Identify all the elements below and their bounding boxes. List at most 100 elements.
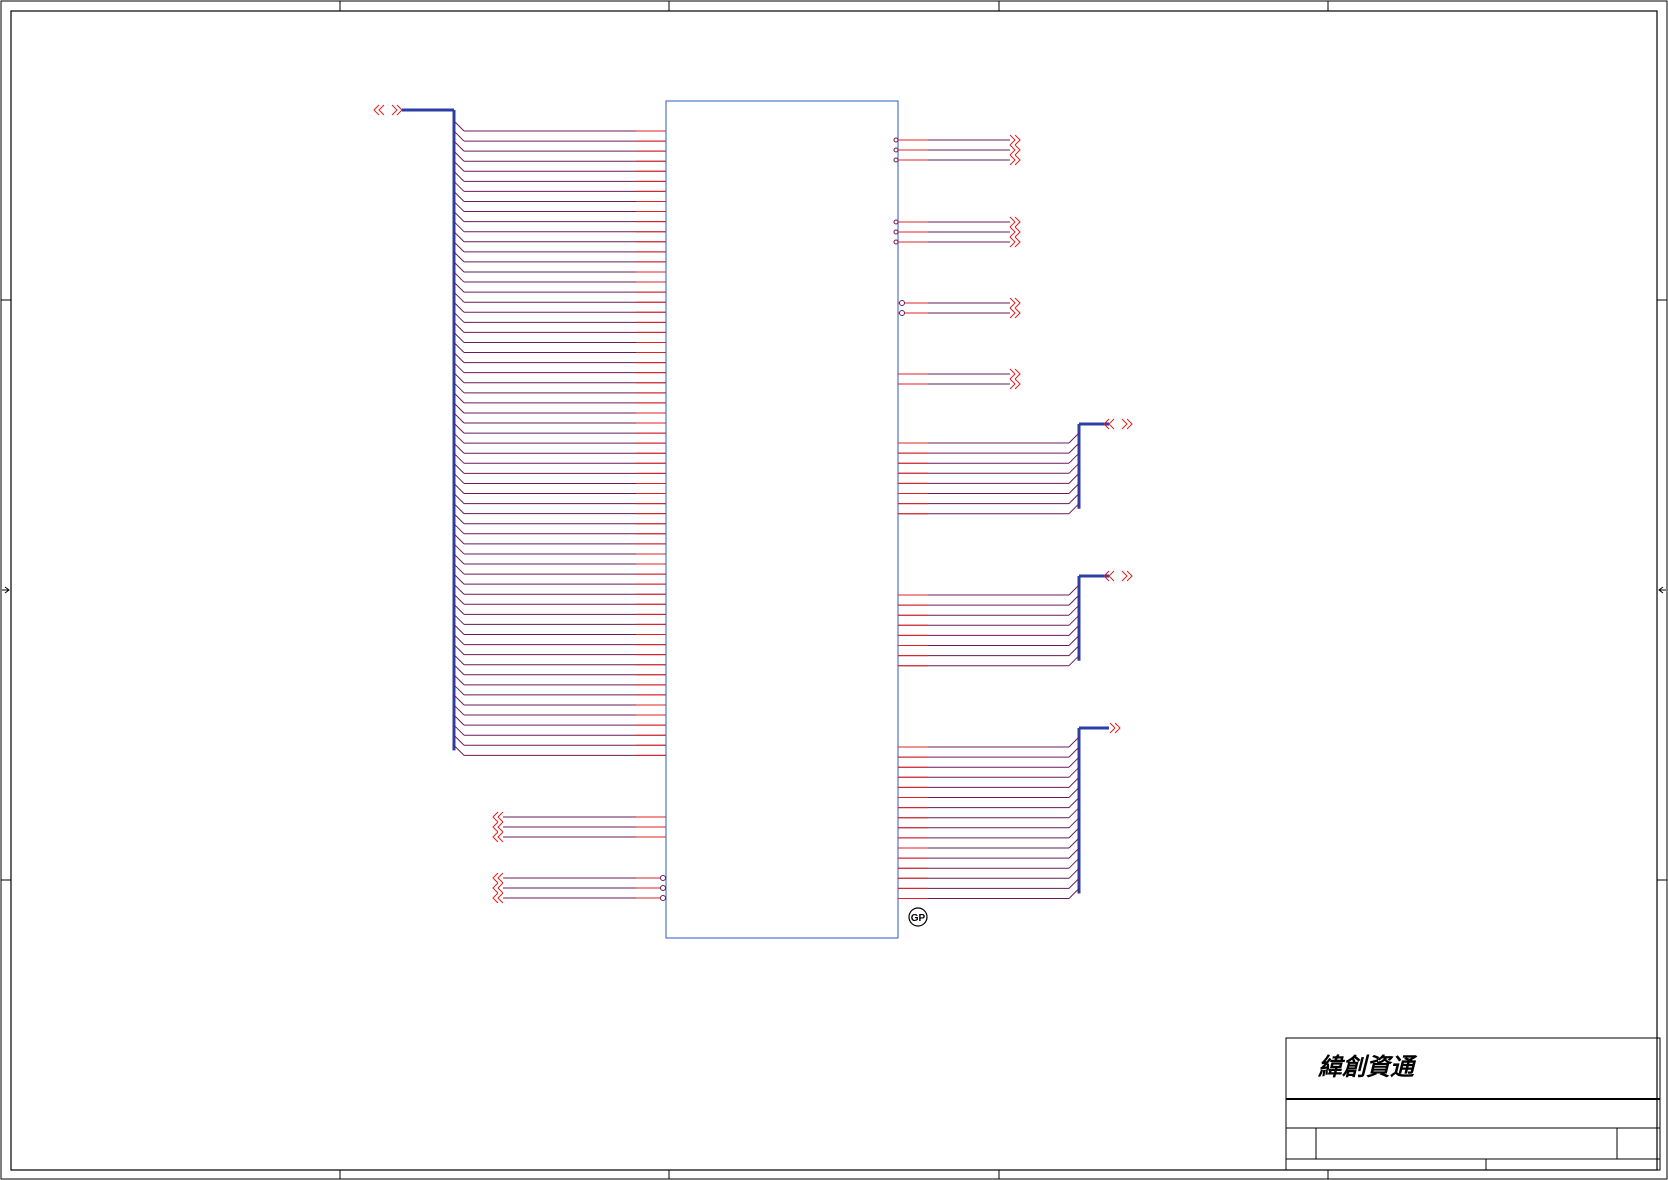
schematic-diagram: GP 緯創資通 — [0, 0, 1668, 1180]
right-bus-wire — [898, 432, 1080, 444]
right-bus-wire — [898, 635, 1080, 646]
right-bus-wire — [898, 867, 1080, 879]
left-bus-wire — [453, 311, 666, 323]
left-single-nets — [492, 811, 666, 904]
left-bus-wire — [453, 714, 666, 726]
left-net-port — [492, 831, 504, 843]
left-bus-wire — [453, 513, 666, 525]
right-bus-wire — [898, 736, 1080, 748]
left-bus-wire — [453, 251, 666, 263]
right-bus-2 — [898, 570, 1133, 667]
left-bus-wire — [453, 624, 666, 635]
outer-border — [0, 0, 1668, 1180]
right-bus-wire — [898, 655, 1080, 667]
left-bus-wire — [453, 463, 666, 474]
right-bus-wire — [898, 503, 1080, 515]
left-bus-wire — [453, 583, 666, 595]
right-bus-groups — [898, 418, 1133, 899]
left-bus-wire — [453, 493, 666, 505]
left-bus-wire — [453, 614, 666, 625]
left-bus-wire — [453, 291, 666, 303]
right-net-port — [1009, 378, 1021, 390]
right-bus-port — [1109, 722, 1121, 734]
left-bus-wire — [453, 332, 666, 343]
right-bus-wire — [898, 837, 1080, 849]
left-net-port — [492, 872, 504, 884]
left-bus-wire — [453, 654, 666, 666]
left-bus-wire — [453, 593, 666, 605]
left-bus-wire — [453, 362, 666, 374]
left-bus-wire — [453, 191, 666, 202]
company-logo: 緯創資通 — [1317, 1052, 1418, 1081]
right-bus-wire — [898, 625, 1080, 636]
right-bus-wire — [898, 766, 1080, 778]
left-bus-wire — [453, 140, 666, 152]
right-bus-1 — [898, 418, 1133, 515]
left-bus-wire — [453, 483, 666, 495]
right-bus-wire — [898, 584, 1080, 596]
right-bus-wire — [898, 604, 1080, 616]
ic-body — [665, 100, 899, 939]
inversion-bubble — [660, 895, 666, 901]
inversion-bubble — [893, 229, 899, 235]
inversion-bubble — [893, 157, 899, 163]
left-bus-wire — [453, 503, 666, 515]
right-bus-wire — [898, 888, 1080, 899]
left-bus-wire — [453, 281, 666, 293]
left-bus-wire — [453, 201, 666, 213]
inversion-bubble — [893, 137, 899, 143]
right-net-port — [1009, 368, 1021, 380]
left-bus-wire — [453, 352, 666, 364]
inner-border — [10, 10, 1658, 1171]
right-bus-wire — [898, 827, 1080, 839]
left-bus-wire — [453, 402, 666, 414]
left-bus-wire — [453, 543, 666, 555]
left-bus-wire — [453, 170, 666, 182]
left-bus-wire — [453, 684, 666, 696]
right-bus-wire — [898, 594, 1080, 606]
inversion-bubble — [893, 239, 899, 245]
right-single-nets — [893, 134, 1021, 390]
left-net-port — [492, 882, 504, 894]
left-net-port — [492, 892, 504, 904]
left-bus-wire — [453, 241, 666, 253]
left-bus-wire — [453, 130, 666, 142]
right-net-port — [1009, 154, 1021, 166]
left-bus-wire — [453, 604, 666, 615]
left-bus-wire — [453, 301, 666, 313]
inversion-bubble — [893, 219, 899, 225]
right-bus-wire — [898, 473, 1080, 484]
left-bus-wire — [453, 382, 666, 394]
right-bus-wire — [898, 777, 1080, 788]
right-bus-wire — [898, 878, 1080, 889]
left-bus-wire — [453, 694, 666, 706]
right-net-port — [1009, 144, 1021, 156]
left-bus-wire — [453, 211, 666, 223]
right-bus-3 — [898, 722, 1121, 899]
left-bus-port — [373, 104, 403, 116]
gp-marker: GP — [908, 907, 928, 927]
left-bus-wire — [453, 553, 666, 565]
left-bus-wire — [453, 181, 666, 192]
right-bus-wire — [898, 817, 1080, 829]
left-bus-wire — [453, 473, 666, 484]
right-net-port — [1009, 226, 1021, 238]
left-bus-group — [373, 104, 666, 756]
right-bus-wire — [898, 645, 1080, 657]
right-bus-wire — [898, 807, 1080, 819]
left-bus-wire — [453, 372, 666, 384]
left-bus-wire — [453, 644, 666, 656]
right-bus-wire — [898, 462, 1080, 474]
drawing-frame — [0, 0, 1668, 1180]
left-bus-wire — [453, 452, 666, 464]
right-bus-wire — [898, 614, 1080, 626]
gp-label: GP — [911, 913, 926, 924]
right-bus-wire — [898, 756, 1080, 768]
right-bus-wire — [898, 797, 1080, 809]
left-bus-wire — [453, 150, 666, 162]
ic-component-symbol — [665, 100, 899, 939]
right-bus-wire — [898, 452, 1080, 464]
left-bus-wire — [453, 704, 666, 716]
right-bus-wire — [898, 493, 1080, 505]
inversion-bubble — [899, 310, 905, 316]
